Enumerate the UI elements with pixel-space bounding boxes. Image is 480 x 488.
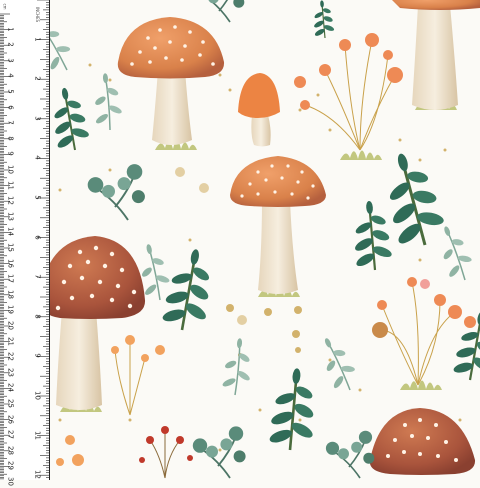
ruler-cm-label: 8 [6,136,15,141]
mushroom-left [40,236,146,412]
mushroom-large-top [117,17,225,150]
ruler-inch-label: 4 [33,155,42,161]
ruler-cm-label: 13 [6,211,15,221]
ruler-cm-label: 1 [6,26,15,32]
ruler-cm-label: 18 [6,289,15,299]
ruler-cm-label: 26 [6,414,15,424]
berry-cluster-top [294,33,403,160]
ruler-cm-unit: cm [2,3,8,10]
red-berry-sprig [139,426,193,479]
ruler-inch-label: 3 [33,116,42,121]
ruler-cm-label: 6 [6,104,15,110]
ruler-cm-label: 30 [6,477,15,486]
berry-cluster-right [372,277,476,390]
ruler-cm-label: 27 [6,430,15,440]
ruler-cm-label: 25 [6,399,15,408]
ruler-cm-label: 10 [6,165,15,174]
mushroom-center [230,156,326,297]
ruler-inch-unit: INCHES [35,6,41,23]
ruler-inch-label: 11 [33,430,42,440]
ruler-cm-label: 7 [6,120,15,125]
fabric-pattern [0,0,480,480]
ruler-cm-label: 4 [6,73,15,79]
ruler-inch-label: 9 [33,353,42,359]
ruler-cm-label: 21 [6,336,15,346]
ruler-cm-label: 22 [6,352,15,362]
ruler-cm-label: 2 [6,42,15,47]
ruler-cm-label: 24 [6,383,15,393]
ruler-cm-label: 20 [6,321,15,330]
ruler-inch-label: 6 [33,234,42,240]
ruler-cm-label: 14 [6,227,15,237]
ruler-cm-label: 29 [6,461,15,471]
ruler-cm-label: 3 [6,58,15,63]
ruler-cm-label: 12 [6,196,15,206]
ruler-inch-label: 10 [33,391,42,400]
ruler-cm-label: 23 [6,367,15,377]
ruler-inch-label: 2 [33,76,42,81]
measurement-ruler: cm INCHES 1 2 3 4 5 6 7 8 9 10 11 12 13 14 15 16 17 18 19 2… [0,0,50,486]
ruler-inch-label: 8 [33,314,42,319]
ruler-cm-label: 9 [6,151,15,157]
mushroom-bottom-right [369,408,476,475]
ruler-inch-label: 5 [33,195,42,200]
ruler-cm-label: 28 [6,445,15,455]
ruler-cm-label: 5 [6,89,15,94]
ruler-inch-label: 7 [33,274,42,279]
mushroom-top-right [392,0,480,110]
ruler-cm-label: 16 [6,258,15,268]
mushroom-small [238,73,280,147]
ruler-inch-label: 1 [33,36,42,42]
ruler-cm-label: 17 [6,274,15,284]
ruler-cm-label: 19 [6,305,15,315]
ruler-cm-label: 15 [6,243,15,252]
ruler-cm-label: 11 [6,180,15,190]
